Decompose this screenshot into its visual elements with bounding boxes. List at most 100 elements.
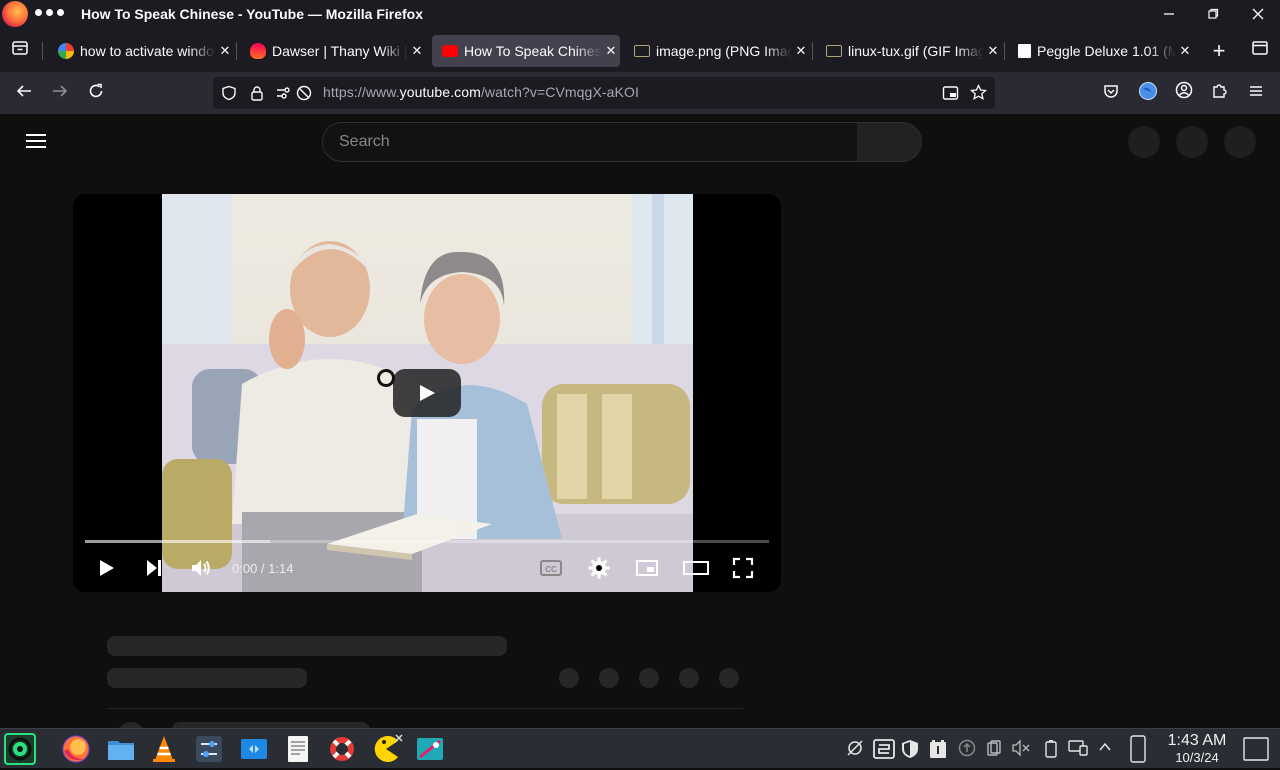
tab-label: How To Speak Chinese <box>464 43 602 59</box>
tab-image-png[interactable]: image.png (PNG Image) ✕ <box>624 35 810 67</box>
vlc-icon[interactable] <box>148 733 180 765</box>
new-tab-plus-icon[interactable]: + <box>1207 39 1231 63</box>
url-domain: youtube.com <box>399 84 481 100</box>
tab-how-to-activate-windows[interactable]: how to activate windows ✕ <box>48 35 234 67</box>
search-input[interactable] <box>339 123 839 161</box>
forward-arrow-icon[interactable] <box>48 81 72 105</box>
extensions-puzzle-icon[interactable] <box>1208 81 1232 105</box>
action-skeleton <box>559 668 579 688</box>
svg-text:CC: CC <box>545 565 557 574</box>
list-all-tabs-icon[interactable] <box>1248 39 1272 63</box>
tab-peggle-deluxe[interactable]: Peggle Deluxe 1.01 (Mac) ✕ <box>1008 35 1194 67</box>
bookmark-star-icon[interactable] <box>969 83 988 106</box>
tray-expand-chevron-icon[interactable] <box>1095 739 1115 759</box>
tab-close-icon[interactable]: ✕ <box>1176 43 1194 59</box>
avatar-placeholder[interactable] <box>1224 126 1256 158</box>
volume-icon[interactable] <box>189 556 217 580</box>
firefox-view-icon[interactable] <box>8 39 32 63</box>
display-settings-icon[interactable] <box>1068 739 1088 759</box>
extension-globe-icon[interactable] <box>1136 81 1160 105</box>
action-skeleton <box>599 668 619 688</box>
pacman-game-icon[interactable] <box>370 733 403 765</box>
guide-menu-icon[interactable] <box>26 134 46 148</box>
pocket-icon[interactable] <box>1099 81 1123 105</box>
taskbar-clock[interactable]: 1:43 AM 10/3/24 <box>1160 732 1234 766</box>
theater-mode-icon[interactable] <box>683 556 711 580</box>
tab-label: image.png (PNG Image) <box>656 43 792 59</box>
text-editor-icon[interactable] <box>282 733 314 765</box>
show-desktop-icon[interactable] <box>1243 737 1269 761</box>
action-skeleton <box>719 668 739 688</box>
action-skeleton <box>639 668 659 688</box>
file-manager-icon[interactable] <box>105 733 137 765</box>
start-menu-icon[interactable] <box>4 733 36 765</box>
remote-desktop-icon[interactable] <box>238 733 270 765</box>
restore-icon[interactable] <box>1202 4 1224 26</box>
tab-close-icon[interactable]: ✕ <box>602 43 620 59</box>
window-menu-dots-icon[interactable] <box>35 9 64 16</box>
url-bar[interactable]: https://www.youtube.com/watch?v=CVmqgX-a… <box>213 77 995 109</box>
tracking-protection-shield-icon[interactable] <box>221 85 237 106</box>
search-box[interactable] <box>322 122 858 162</box>
miniplayer-icon[interactable] <box>635 556 663 580</box>
screenshot-tool-icon[interactable] <box>414 733 446 765</box>
autoplay-blocked-icon[interactable] <box>296 85 312 106</box>
url-text[interactable]: https://www.youtube.com/watch?v=CVmqgX-a… <box>323 84 639 100</box>
image-icon <box>634 45 650 57</box>
play-icon[interactable] <box>94 556 122 580</box>
settings-gear-icon[interactable] <box>587 556 615 580</box>
notes-icon[interactable] <box>928 739 948 759</box>
create-placeholder-icon[interactable] <box>1128 126 1160 158</box>
permissions-icon[interactable] <box>276 85 294 106</box>
volume-muted-icon[interactable] <box>1011 739 1031 759</box>
clock-time: 1:43 AM <box>1167 732 1227 749</box>
tab-close-icon[interactable]: ✕ <box>984 43 1002 59</box>
help-lifebuoy-icon[interactable] <box>326 733 358 765</box>
fullscreen-icon[interactable] <box>731 556 759 580</box>
updates-icon[interactable] <box>957 739 977 759</box>
tab-dawser-fandom[interactable]: Dawser | Thany Wiki | Fandom ✕ <box>240 35 426 67</box>
notifications-placeholder-icon[interactable] <box>1176 126 1208 158</box>
security-shield-icon[interactable] <box>900 739 920 759</box>
tab-how-to-speak-chinese[interactable]: How To Speak Chinese ✕ <box>432 35 620 67</box>
clipboard-icon[interactable] <box>984 739 1004 759</box>
cursor-ring <box>377 369 395 387</box>
phone-connect-icon[interactable] <box>1128 735 1148 763</box>
search-button[interactable] <box>857 122 922 162</box>
app-menu-hamburger-icon[interactable] <box>1244 81 1268 105</box>
tab-close-icon[interactable]: ✕ <box>792 43 810 59</box>
taskbar: 1:43 AM 10/3/24 <box>0 728 1280 768</box>
close-icon[interactable] <box>1247 4 1269 26</box>
window-titlebar: How To Speak Chinese - YouTube — Mozilla… <box>0 0 1280 30</box>
subtitles-cc-icon[interactable]: CC <box>539 556 567 580</box>
network-monitor-icon[interactable] <box>845 739 865 759</box>
picture-in-picture-icon[interactable] <box>942 85 959 106</box>
fandom-icon <box>250 43 266 59</box>
back-arrow-icon[interactable] <box>12 81 36 105</box>
firefox-taskbar-icon[interactable] <box>60 733 92 765</box>
large-play-button[interactable] <box>393 369 461 417</box>
account-icon[interactable] <box>1172 81 1196 105</box>
lock-icon[interactable] <box>249 85 265 106</box>
reload-icon[interactable] <box>84 81 108 105</box>
mixer-settings-icon[interactable] <box>193 733 225 765</box>
divider <box>107 708 743 709</box>
firefox-logo-icon[interactable] <box>2 1 28 27</box>
tab-label: linux-tux.gif (GIF Image) <box>848 43 984 59</box>
minimize-icon[interactable] <box>1158 4 1180 26</box>
tab-label: Dawser | Thany Wiki | Fandom <box>272 43 408 59</box>
battery-icon[interactable] <box>1041 739 1061 759</box>
video-player[interactable]: 0:00 / 1:14 CC <box>73 194 781 592</box>
url-path: /watch?v=CVmqgX-aKOI <box>480 84 639 100</box>
tab-close-icon[interactable]: ✕ <box>408 43 426 59</box>
progress-bar[interactable] <box>85 540 769 543</box>
vpn-icon[interactable] <box>872 739 896 759</box>
youtube-icon <box>442 45 458 57</box>
archive-icon <box>1018 44 1031 58</box>
action-skeleton <box>679 668 699 688</box>
tab-close-icon[interactable]: ✕ <box>216 43 234 59</box>
tab-label: how to activate windows <box>80 43 216 59</box>
next-video-icon[interactable] <box>142 556 170 580</box>
youtube-page: 0:00 / 1:14 CC <box>0 114 1280 750</box>
tab-linux-tux-gif[interactable]: linux-tux.gif (GIF Image) ✕ <box>816 35 1002 67</box>
